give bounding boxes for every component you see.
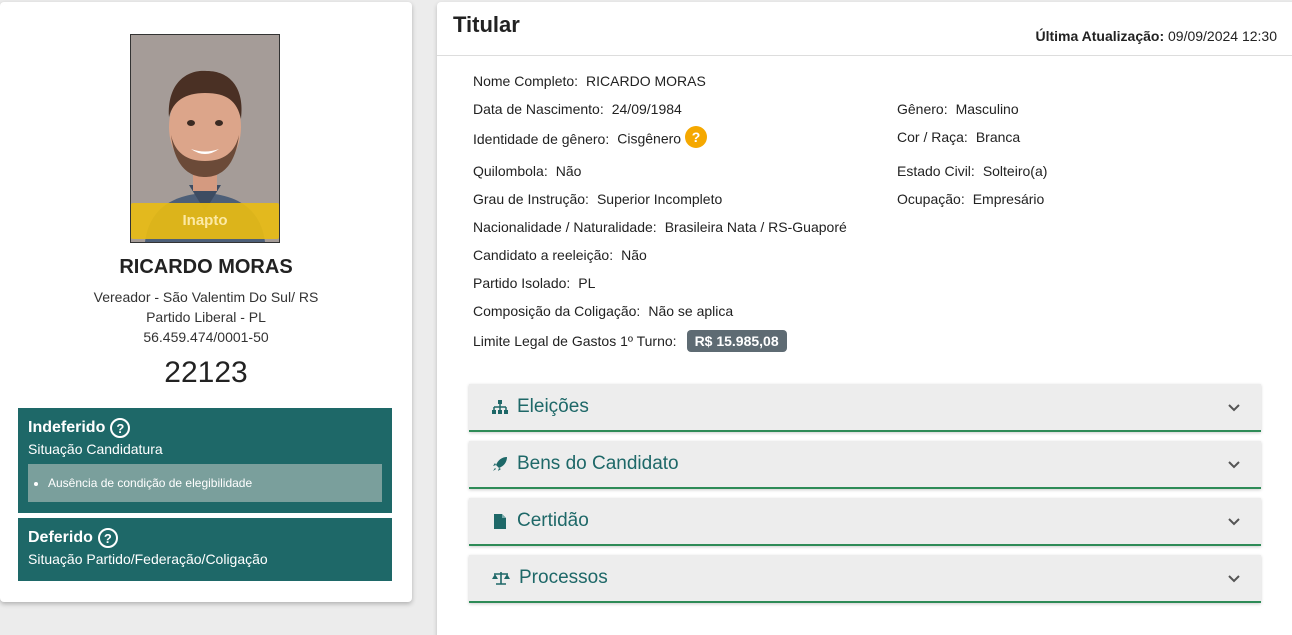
status-reasons: Ausência de condição de elegibilidade	[28, 464, 382, 502]
field-spending-limit: Limite Legal de Gastos 1º Turno: R$ 15.98…	[473, 330, 787, 352]
field-nationality: Nacionalidade / Naturalidade: Brasileira …	[473, 219, 847, 235]
chevron-down-icon	[1228, 404, 1240, 412]
candidate-name: RICARDO MORAS	[119, 256, 293, 278]
candidate-photo: Inapto	[130, 34, 280, 243]
field-reelection: Candidato a reeleição: Não	[473, 247, 647, 263]
party-status-subtitle: Situação Partido/Federação/Coligação	[28, 551, 268, 567]
candidate-party: Partido Liberal - PL	[146, 309, 266, 325]
field-race: Cor / Raça: Branca	[897, 129, 1021, 145]
field-party-isolated: Partido Isolado: PL	[473, 275, 596, 291]
candidacy-status-title: Indeferido	[28, 419, 106, 436]
chevron-down-icon	[1228, 461, 1240, 469]
help-icon[interactable]: ?	[97, 528, 118, 548]
last-updated-label: Última Atualização:	[1035, 28, 1165, 44]
balance-scale-icon	[491, 569, 511, 587]
chevron-down-icon	[1228, 518, 1240, 526]
accordion-eleicoes[interactable]: Eleições	[469, 384, 1261, 432]
field-full-name: Nome Completo: RICARDO MORAS	[473, 73, 706, 89]
field-education: Grau de Instrução: Superior Incompleto	[473, 191, 723, 207]
candidate-office: Vereador - São Valentim Do Sul/ RS	[93, 289, 319, 305]
field-quilombola: Quilombola: Não	[473, 163, 582, 179]
party-status-box: Deferido ? Situação Partido/Federação/Co…	[18, 518, 392, 581]
help-icon[interactable]: ?	[110, 418, 131, 438]
candidate-number: 22123	[164, 356, 248, 389]
accordion-certidao[interactable]: Certidão	[469, 498, 1261, 546]
candidacy-status-box: Indeferido ? Situação Candidatura Ausênc…	[18, 408, 392, 513]
header-divider	[437, 55, 1292, 56]
accordion-processos[interactable]: Processos	[469, 555, 1261, 603]
field-marital-status: Estado Civil: Solteiro(a)	[897, 163, 1048, 179]
file-icon	[491, 512, 509, 530]
ineligible-badge: Inapto	[131, 203, 279, 239]
field-gender-identity: Identidade de gênero: Cisgênero?	[473, 126, 708, 151]
party-status-title: Deferido	[28, 529, 93, 546]
candidate-card: Inapto RICARDO MORAS Vereador - São Vale…	[0, 2, 412, 602]
accordion-label: Certidão	[517, 510, 589, 531]
rocket-icon	[491, 455, 509, 473]
details-card: Titular Última Atualização: 09/09/2024 1…	[437, 2, 1292, 635]
last-updated: Última Atualização: 09/09/2024 12:30	[1035, 28, 1277, 44]
chevron-down-icon	[1228, 575, 1240, 583]
status-reason-item: Ausência de condição de elegibilidade	[48, 476, 372, 490]
candidacy-status-subtitle: Situação Candidatura	[28, 441, 163, 457]
help-icon[interactable]: ?	[685, 126, 708, 148]
spending-limit-badge: R$ 15.985,08	[686, 330, 787, 352]
accordion-bens-do-candidato[interactable]: Bens do Candidato	[469, 441, 1261, 489]
field-gender: Gênero: Masculino	[897, 101, 1019, 117]
accordion-label: Bens do Candidato	[517, 453, 679, 474]
accordion-label: Eleições	[517, 396, 589, 417]
sitemap-icon	[491, 398, 509, 416]
last-updated-value: 09/09/2024 12:30	[1168, 28, 1277, 44]
accordion-label: Processos	[519, 567, 608, 588]
page-title: Titular	[453, 12, 520, 37]
field-occupation: Ocupação: Empresário	[897, 191, 1045, 207]
field-coalition: Composição da Coligação: Não se aplica	[473, 303, 734, 319]
candidate-cnpj: 56.459.474/0001-50	[143, 329, 269, 345]
field-birth-date: Data de Nascimento: 24/09/1984	[473, 101, 682, 117]
